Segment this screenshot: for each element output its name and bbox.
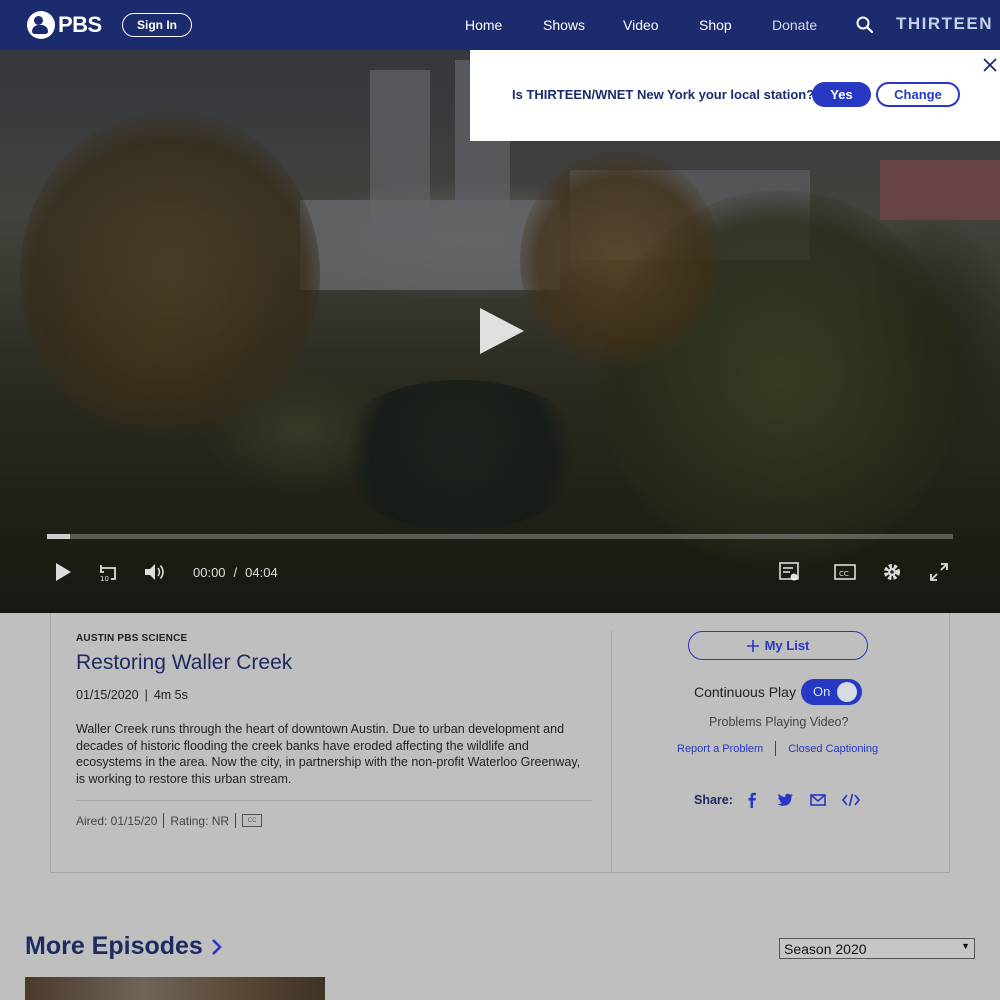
volume-icon[interactable] <box>143 561 165 583</box>
dropdown-arrow-icon: ▼ <box>961 941 970 951</box>
settings-gear-icon[interactable] <box>881 561 903 583</box>
episode-title: Restoring Waller Creek <box>76 651 293 674</box>
toggle-state: On <box>813 684 831 699</box>
fullscreen-icon[interactable] <box>928 561 950 583</box>
aired-date: Aired: 01/15/20 <box>76 813 158 828</box>
chevron-right-icon <box>211 938 222 955</box>
more-episodes-heading[interactable]: More Episodes <box>25 932 223 961</box>
site-header: PBS Sign In Home Shows Video Shop Donate… <box>0 0 1000 50</box>
nav-donate[interactable]: Donate <box>772 17 817 33</box>
episode-length: 4m 5s <box>153 688 188 702</box>
yes-button[interactable]: Yes <box>812 82 871 107</box>
share-label: Share: <box>694 793 733 807</box>
divider <box>163 813 165 828</box>
season-select[interactable]: Season 2020 ▼ <box>779 938 975 959</box>
play-icon[interactable] <box>52 561 74 583</box>
divider <box>775 741 777 756</box>
show-name-link[interactable]: AUSTIN PBS SCIENCE <box>76 633 187 644</box>
nav-home[interactable]: Home <box>465 17 502 33</box>
continuous-play-toggle[interactable]: On <box>801 679 862 705</box>
sign-in-button[interactable]: Sign In <box>122 13 192 37</box>
episode-date: 01/15/2020 <box>76 688 139 702</box>
search-icon[interactable] <box>855 15 875 35</box>
closed-captions-icon[interactable]: CC <box>834 561 856 583</box>
problems-heading: Problems Playing Video? <box>709 715 849 729</box>
nav-shows[interactable]: Shows <box>543 17 585 33</box>
season-selected: Season 2020 <box>784 940 867 957</box>
twitter-icon[interactable] <box>776 791 794 809</box>
share-row: Share: <box>694 791 875 809</box>
meta-divider: | <box>144 688 148 702</box>
station-question: Is THIRTEEN/WNET New York your local sta… <box>512 87 815 102</box>
rating: Rating: NR <box>170 813 230 828</box>
svg-text:CC: CC <box>839 570 849 578</box>
episode-thumbnail[interactable] <box>25 977 325 1000</box>
nav-shop[interactable]: Shop <box>699 17 732 33</box>
divider <box>76 800 592 801</box>
email-icon[interactable] <box>809 791 827 809</box>
rewind-10-icon[interactable]: 10 <box>97 561 119 583</box>
station-logo[interactable]: THIRTEEN <box>896 14 993 34</box>
facebook-icon[interactable] <box>743 791 761 809</box>
embed-code-icon[interactable] <box>841 791 860 809</box>
aired-row: Aired: 01/15/20 Rating: NR CC <box>76 813 263 828</box>
pbs-logo[interactable]: PBS <box>27 11 102 39</box>
svg-text:10: 10 <box>100 575 109 583</box>
nav-video[interactable]: Video <box>623 17 659 33</box>
progress-fill <box>47 534 70 539</box>
column-divider <box>611 631 612 872</box>
play-video-icon[interactable] <box>480 308 524 354</box>
report-problem-link[interactable]: Report a Problem <box>677 743 763 755</box>
episode-description: Waller Creek runs through the heart of d… <box>76 722 581 786</box>
transcript-settings-icon[interactable] <box>778 561 800 583</box>
time-separator: / <box>233 565 238 580</box>
episode-info-panel: AUSTIN PBS SCIENCE Restoring Waller Cree… <box>50 613 950 873</box>
duration: 04:04 <box>245 565 278 580</box>
continuous-play-label: Continuous Play <box>694 684 796 700</box>
current-time: 00:00 <box>193 565 226 580</box>
closed-captioning-link[interactable]: Closed Captioning <box>788 743 878 755</box>
cc-badge-icon: CC <box>242 814 263 827</box>
local-station-popup: Is THIRTEEN/WNET New York your local sta… <box>470 50 1000 141</box>
my-list-button[interactable]: My List <box>688 631 868 660</box>
toggle-knob <box>837 682 857 702</box>
progress-bar[interactable] <box>47 534 953 539</box>
change-button[interactable]: Change <box>876 82 960 107</box>
more-episodes-title: More Episodes <box>25 932 203 960</box>
episode-meta: 01/15/2020 | 4m 5s <box>76 688 188 702</box>
pbs-head-icon <box>27 11 55 39</box>
time-display: 00:00 / 04:04 <box>193 565 278 580</box>
close-icon[interactable] <box>983 58 997 72</box>
my-list-label: My List <box>764 638 810 653</box>
pbs-logo-text: PBS <box>58 12 102 37</box>
help-links: Report a Problem Closed Captioning <box>677 741 878 756</box>
plus-icon <box>746 639 759 652</box>
divider <box>235 813 237 828</box>
